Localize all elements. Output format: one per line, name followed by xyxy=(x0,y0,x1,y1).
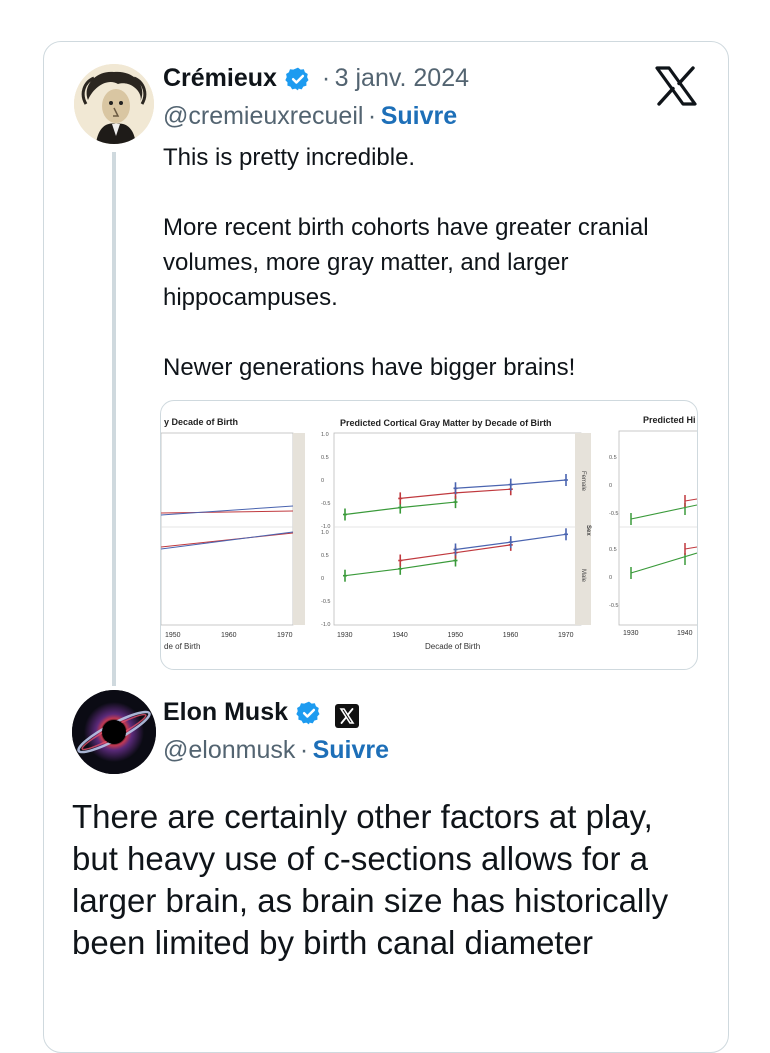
avatar[interactable] xyxy=(74,64,154,144)
series-line-green xyxy=(630,504,697,520)
y-tick-label: 0 xyxy=(609,575,612,581)
middle-panel-xlabel: Decade of Birth xyxy=(425,642,480,651)
chart-figure: y Decade of Birth 1950 1960 1970 de of Bir… xyxy=(161,415,697,651)
strip-sex-label: Sex xyxy=(585,525,591,536)
y-tick-label: -0.5 xyxy=(321,599,330,605)
y-tick-label: -0.5 xyxy=(321,501,330,507)
x-tick-label: 1940 xyxy=(392,632,408,639)
left-strip xyxy=(293,433,305,625)
tweet-paragraph: Newer generations have bigger brains! xyxy=(163,354,576,381)
follow-link[interactable]: Suivre xyxy=(381,102,457,130)
y-tick-label: 0.5 xyxy=(321,455,329,461)
separator: · xyxy=(321,64,331,92)
left-panel-title: y Decade of Birth xyxy=(164,417,238,427)
author-handle[interactable]: @cremieuxrecueil xyxy=(163,102,363,130)
y-tick-label: 0 xyxy=(321,576,324,582)
series-line-red xyxy=(684,498,697,502)
y-tick-label: -1.0 xyxy=(321,622,330,628)
x-tick-label: 1960 xyxy=(221,632,237,639)
x-tick-label: 1950 xyxy=(165,632,181,639)
x-tick-label: 1950 xyxy=(448,632,464,639)
x-affiliate-badge-icon xyxy=(334,703,359,728)
middle-plot-frame xyxy=(333,432,582,626)
author-name[interactable]: Elon Musk xyxy=(163,698,288,726)
x-tick-label: 1970 xyxy=(277,632,293,639)
avatar-caricature-image xyxy=(74,64,154,144)
y-tick-label: 1.0 xyxy=(321,432,329,438)
tweet-paragraph: More recent birth cohorts have greater c… xyxy=(163,214,649,311)
avatar-blackhole-image xyxy=(72,690,156,774)
series-line xyxy=(161,531,294,550)
series-line xyxy=(161,505,294,516)
right-panel-title: Predicted Hi xyxy=(643,415,696,425)
separator: · xyxy=(299,736,309,764)
strip-female-label: Female xyxy=(580,471,586,492)
x-tick-label: 1940 xyxy=(677,630,693,637)
reply-tweet-body: There are certainly other factors at pla… xyxy=(72,796,692,964)
verified-badge-icon xyxy=(296,700,322,731)
tweet-date[interactable]: 3 janv. 2024 xyxy=(335,64,469,92)
y-tick-label: 0.5 xyxy=(609,455,617,461)
reply-paragraph: There are certainly other factors at pla… xyxy=(72,798,669,961)
y-tick-label: 0 xyxy=(321,478,324,484)
follow-link[interactable]: Suivre xyxy=(313,736,389,764)
thread-connector-line xyxy=(112,152,116,686)
tweet-body: This is pretty incredible. More recent b… xyxy=(163,140,683,385)
left-plot-frame xyxy=(161,432,294,626)
x-logo-icon[interactable] xyxy=(655,66,697,111)
middle-panel-title: Predicted Cortical Gray Matter by Decade… xyxy=(340,418,552,428)
series-line-red xyxy=(684,546,697,550)
y-tick-label: 0.5 xyxy=(609,547,617,553)
right-plot-frame xyxy=(618,430,697,626)
x-tick-label: 1930 xyxy=(337,632,353,639)
attached-chart-image[interactable]: y Decade of Birth 1950 1960 1970 de of Bir… xyxy=(160,400,698,670)
left-panel-xlabel: de of Birth xyxy=(164,642,200,651)
y-tick-label: -0.5 xyxy=(609,511,618,517)
y-tick-label: 0.5 xyxy=(321,553,329,559)
strip-male-label: Male xyxy=(580,569,586,583)
author-name[interactable]: Crémieux xyxy=(163,64,277,92)
series-line-green xyxy=(630,552,697,574)
tweet-paragraph: This is pretty incredible. xyxy=(163,144,416,171)
y-tick-label: -0.5 xyxy=(609,603,618,609)
x-tick-label: 1930 xyxy=(623,630,639,637)
x-tick-label: 1970 xyxy=(558,632,574,639)
avatar[interactable] xyxy=(72,690,156,774)
y-tick-label: 0 xyxy=(609,483,612,489)
separator: · xyxy=(367,102,377,130)
y-tick-label: 1.0 xyxy=(321,530,329,536)
verified-badge-icon xyxy=(285,66,311,97)
x-tick-label: 1960 xyxy=(503,632,519,639)
author-handle[interactable]: @elonmusk xyxy=(163,736,295,764)
series-line xyxy=(161,510,294,514)
